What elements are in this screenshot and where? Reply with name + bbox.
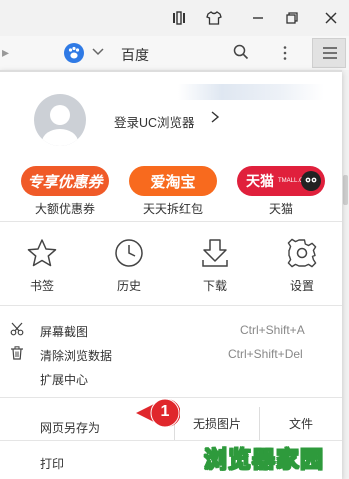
download-label[interactable]: 下载 (185, 277, 245, 294)
menu-top-border (0, 70, 342, 72)
bookmarks-button[interactable] (26, 237, 58, 272)
divider (0, 305, 342, 306)
baidu-paw-icon[interactable] (64, 43, 84, 63)
divider (0, 221, 342, 222)
watermark: 浏览器家园 (203, 445, 324, 472)
shirt-icon[interactable] (201, 6, 227, 30)
coupon-promo-button[interactable]: 专享优惠券 (21, 166, 109, 196)
address-bar: ▸ 百度 (0, 36, 349, 71)
page-edge (342, 70, 349, 479)
print-label: 打印 (40, 457, 65, 471)
tmall-promo-badge: 天猫 (246, 173, 274, 189)
coupon-promo-badge: 专享优惠券 (27, 173, 103, 191)
bookmarks-label[interactable]: 书签 (12, 277, 72, 294)
star-icon (27, 239, 57, 267)
title-bar (0, 0, 349, 36)
menu-button[interactable] (312, 38, 346, 68)
screenshot-label: 屏幕截图 (40, 325, 89, 339)
search-icon[interactable] (233, 44, 249, 63)
lossless-image-option[interactable]: 无损图片 (175, 407, 259, 440)
settings-label[interactable]: 设置 (272, 277, 332, 294)
login-link[interactable]: 登录UC浏览器 (114, 112, 195, 131)
download-icon (202, 239, 228, 267)
tmall-promo-button[interactable]: 天猫 TMALL.COM (237, 166, 325, 196)
taobao-promo-badge: 爱淘宝 (150, 173, 196, 191)
tmall-cat-icon (301, 171, 321, 191)
download-button[interactable] (199, 237, 231, 272)
split-icon[interactable] (166, 6, 192, 30)
clock-icon (115, 239, 143, 267)
history-button[interactable] (113, 237, 145, 272)
blurred-region (178, 84, 324, 100)
close-icon[interactable] (318, 6, 344, 30)
clear-data-label: 清除浏览数据 (40, 349, 113, 363)
coupon-promo-caption[interactable]: 大额优惠券 (21, 200, 109, 217)
callout-badge: 1 (136, 396, 180, 428)
taobao-promo-button[interactable]: 爱淘宝 (129, 166, 217, 196)
minimize-icon[interactable] (245, 6, 271, 30)
save-page-as-label: 网页另存为 (40, 421, 101, 435)
callout-number: 1 (160, 403, 170, 420)
screenshot-shortcut: Ctrl+Shift+A (240, 323, 305, 337)
menu-icon (323, 47, 337, 59)
more-vertical-icon[interactable] (282, 45, 288, 64)
search-engine-label[interactable]: 百度 (121, 45, 149, 65)
history-label[interactable]: 历史 (99, 277, 159, 294)
taobao-promo-caption[interactable]: 天天拆红包 (129, 200, 217, 217)
dropdown-arrow-icon[interactable]: ▸ (2, 44, 9, 61)
settings-button[interactable] (286, 237, 318, 272)
gear-icon (287, 238, 317, 268)
extensions-label: 扩展中心 (40, 373, 89, 387)
chevron-right-icon[interactable] (210, 111, 220, 126)
file-option[interactable]: 文件 (260, 407, 342, 440)
avatar[interactable] (34, 94, 86, 146)
clear-data-shortcut: Ctrl+Shift+Del (228, 347, 303, 361)
restore-icon[interactable] (279, 6, 305, 30)
scrollbar[interactable] (343, 175, 348, 205)
chevron-down-icon[interactable] (92, 46, 104, 61)
tmall-promo-caption[interactable]: 天猫 (237, 200, 325, 217)
